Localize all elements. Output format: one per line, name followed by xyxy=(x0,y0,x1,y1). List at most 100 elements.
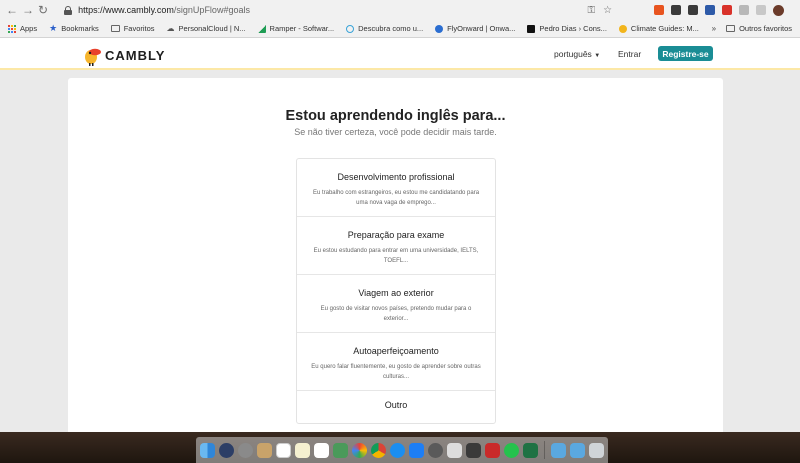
extension-icon[interactable] xyxy=(705,5,716,15)
browser-toolbar: ← → ↻ https://www.cambly.com/signUpFlow#… xyxy=(0,0,800,20)
option-title: Autoaperfeiçoamento xyxy=(353,346,439,356)
bookmark-label: Descubra como u... xyxy=(358,24,424,33)
calendar-icon[interactable] xyxy=(276,442,291,458)
option-description: Eu trabalho com estrangeiros, eu estou m… xyxy=(312,190,480,206)
goal-options-list: Desenvolvimento profissional Eu trabalho… xyxy=(296,158,496,424)
bookmark-ramper[interactable]: Ramper - Softwar... xyxy=(257,24,335,33)
browser-chrome: ← → ↻ https://www.cambly.com/signUpFlow#… xyxy=(0,0,800,38)
signup-button[interactable]: Registre-se xyxy=(658,46,713,61)
goal-option-professional[interactable]: Desenvolvimento profissional Eu trabalho… xyxy=(297,159,495,217)
cloud-icon: ☁ xyxy=(166,24,175,33)
bookmark-label: Outros favoritos xyxy=(739,24,792,33)
bookmark-favoritos[interactable]: Favoritos xyxy=(110,24,155,33)
documents-folder-icon[interactable] xyxy=(570,442,585,458)
textedit-icon[interactable] xyxy=(447,442,462,458)
extension-icon[interactable] xyxy=(722,5,733,15)
address-bar[interactable]: https://www.cambly.com/signUpFlow#goals … xyxy=(58,2,618,18)
key-icon[interactable]: ⚿ xyxy=(587,5,595,16)
goal-option-self-improvement[interactable]: Autoaperfeiçoamento Eu quero falar fluen… xyxy=(297,333,495,391)
back-icon[interactable]: ← xyxy=(6,3,18,17)
globe-icon xyxy=(346,24,355,33)
extension-icon[interactable] xyxy=(756,5,767,15)
climate-icon xyxy=(618,24,627,33)
bookmark-label: Pedro Dias › Cons... xyxy=(539,24,607,33)
ramper-icon xyxy=(257,24,266,33)
siri-icon[interactable] xyxy=(219,442,234,458)
caret-down-icon: ▼ xyxy=(594,53,601,59)
extension-icon[interactable] xyxy=(671,5,682,15)
site-header: CAMBLY português ▼ Entrar Registre-se xyxy=(0,38,800,70)
lock-icon xyxy=(64,5,73,15)
url-path: /signUpFlow#goals xyxy=(173,5,250,15)
excel-icon[interactable] xyxy=(523,442,538,458)
goal-option-exam[interactable]: Preparação para exame Eu estou estudando… xyxy=(297,217,495,275)
bookmark-label: Climate Guides: M... xyxy=(630,24,699,33)
bookmark-personalcloud[interactable]: ☁ PersonalCloud | N... xyxy=(167,24,246,33)
logo-text: CAMBLY xyxy=(105,47,166,63)
bookmark-label: Ramper - Softwar... xyxy=(269,24,335,33)
option-description: Eu gosto de visitar novos países, preten… xyxy=(320,306,472,322)
goal-option-travel[interactable]: Viagem ao exterior Eu gosto de visitar n… xyxy=(297,275,495,333)
page-subtitle: Se não tiver certeza, você pode decidir … xyxy=(294,127,497,137)
profile-avatar[interactable] xyxy=(773,4,785,16)
bookmark-label: Bookmarks xyxy=(61,24,99,33)
more-bookmarks-icon[interactable]: » xyxy=(712,24,716,33)
whatsapp-icon[interactable] xyxy=(504,442,519,458)
bookmark-label: FlyOnward | Onwa... xyxy=(447,24,516,33)
folder-icon xyxy=(726,25,736,32)
page-title: Estou aprendendo inglês para... xyxy=(285,108,506,124)
flyonward-icon xyxy=(435,24,444,33)
bookmark-descubra[interactable]: Descubra como u... xyxy=(346,24,423,33)
folder-icon xyxy=(110,25,120,32)
safari-icon[interactable] xyxy=(390,442,405,458)
toucan-logo-icon xyxy=(85,48,101,66)
url-host: https://www.cambly.com xyxy=(78,5,174,15)
notes-icon[interactable] xyxy=(295,442,310,458)
bookmark-flyonward[interactable]: FlyOnward | Onwa... xyxy=(435,24,515,33)
goal-option-other[interactable]: Outro xyxy=(297,391,495,423)
finder-icon[interactable] xyxy=(200,442,215,458)
cambly-logo[interactable]: CAMBLY xyxy=(82,44,165,66)
contacts-icon[interactable] xyxy=(257,442,272,458)
extension-icon[interactable] xyxy=(688,5,699,15)
dock-separator xyxy=(544,441,545,459)
acrobat-icon[interactable] xyxy=(485,442,500,458)
chrome-icon[interactable] xyxy=(371,442,386,458)
launchpad-icon[interactable] xyxy=(238,442,253,458)
reminders-icon[interactable] xyxy=(314,442,329,458)
option-title: Preparação para exame xyxy=(347,230,445,240)
option-title: Outro xyxy=(384,400,408,410)
language-label: português xyxy=(554,49,592,59)
terminal-icon[interactable] xyxy=(466,442,481,458)
bookmark-label: Favoritos xyxy=(123,24,155,33)
goals-card: Estou aprendendo inglês para... Se não t… xyxy=(68,78,723,448)
option-title: Viagem ao exterior xyxy=(358,288,434,298)
bookmark-label: PersonalCloud | N... xyxy=(178,24,246,33)
app-store-icon[interactable] xyxy=(409,442,424,458)
extension-icon[interactable] xyxy=(654,5,665,15)
maps-icon[interactable] xyxy=(333,442,348,458)
language-selector[interactable]: português ▼ xyxy=(554,49,600,59)
bookmark-label: Apps xyxy=(20,24,38,33)
system-preferences-icon[interactable] xyxy=(428,442,443,458)
bookmark-apps[interactable]: Apps xyxy=(8,24,37,33)
bookmark-climate-guides[interactable]: Climate Guides: M... xyxy=(618,24,699,33)
star-icon: ★ xyxy=(49,23,58,33)
bookmark-pedro-dias[interactable]: Pedro Dias › Cons... xyxy=(527,24,607,33)
bookmark-bookmarks[interactable]: ★ Bookmarks xyxy=(49,23,99,34)
macos-dock xyxy=(196,437,608,463)
trash-icon[interactable] xyxy=(589,442,604,458)
reload-icon[interactable]: ↻ xyxy=(38,3,48,17)
medium-icon xyxy=(527,24,536,33)
option-title: Desenvolvimento profissional xyxy=(337,172,455,182)
option-description: Eu quero falar fluentemente, eu gosto de… xyxy=(311,364,481,380)
extension-icon[interactable] xyxy=(739,5,750,15)
extensions-bar: ⋮ xyxy=(654,4,800,16)
login-link[interactable]: Entrar xyxy=(618,49,641,59)
photos-icon[interactable] xyxy=(352,442,367,458)
bookmark-star-icon[interactable]: ☆ xyxy=(603,5,612,16)
bookmark-other[interactable]: Outros favoritos xyxy=(726,24,792,33)
forward-icon[interactable]: → xyxy=(22,3,34,17)
downloads-folder-icon[interactable] xyxy=(551,442,566,458)
option-description: Eu estou estudando para entrar em uma un… xyxy=(313,248,479,264)
